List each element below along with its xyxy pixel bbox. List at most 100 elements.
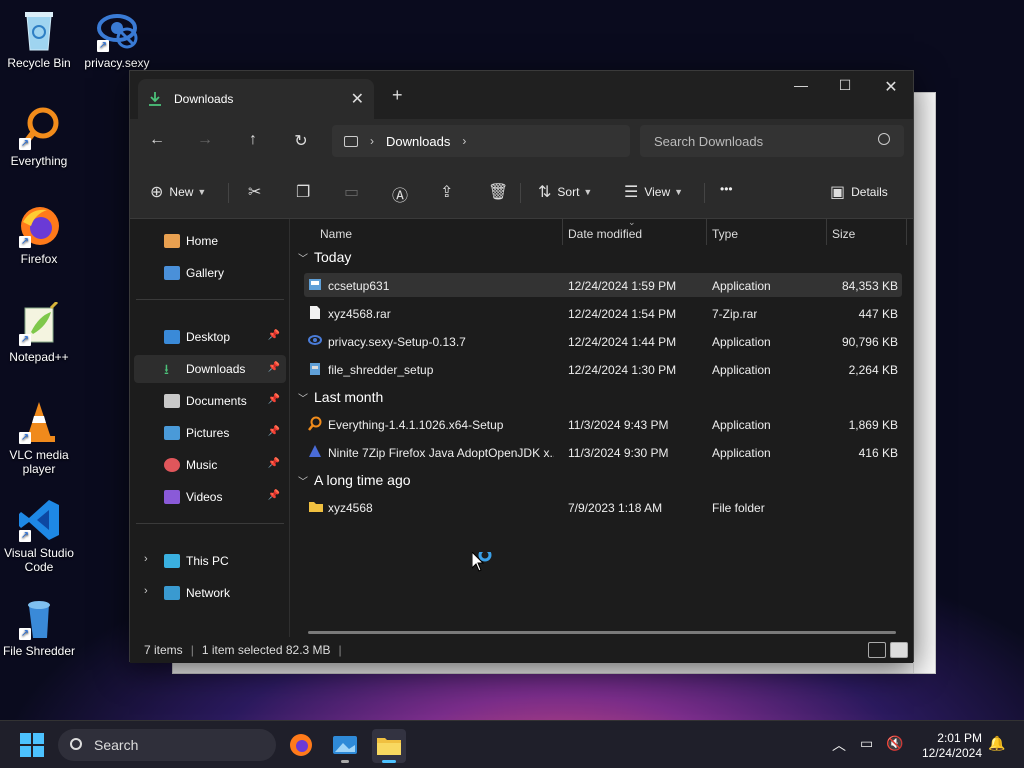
chevron-right-icon[interactable]: › [462, 134, 466, 148]
column-header-size[interactable]: Size [832, 227, 855, 241]
sort-button[interactable]: ⇅ Sort ▼ [538, 182, 592, 202]
up-button[interactable]: ↑ [241, 131, 265, 149]
sidebar-item-this-pc[interactable]: › This PC [134, 547, 286, 575]
document-icon [164, 394, 180, 408]
sidebar-item-documents[interactable]: Documents 📌 [134, 387, 286, 415]
horizontal-scrollbar[interactable] [308, 631, 896, 634]
desktop-icon-file-shredder[interactable]: ↗ File Shredder [0, 596, 78, 658]
sidebar-item-videos[interactable]: Videos 📌 [134, 483, 286, 511]
taskbar-firefox[interactable] [284, 729, 318, 763]
sidebar-item-label: Videos [186, 490, 223, 504]
back-button[interactable]: ← [145, 131, 169, 149]
active-indicator [382, 760, 396, 763]
shortcut-arrow-icon: ↗ [19, 628, 31, 640]
delete-button[interactable]: 🗑 [488, 182, 514, 202]
music-icon [164, 458, 180, 472]
large-icons-view-button[interactable] [890, 642, 908, 658]
new-tab-button[interactable]: + [392, 85, 403, 106]
sidebar-item-network[interactable]: › Network [134, 579, 286, 607]
group-title: Today [314, 249, 352, 265]
notepad-plus-plus-icon: ↗ [17, 300, 61, 346]
column-header-type[interactable]: Type [712, 227, 738, 241]
copy-button[interactable]: ❐ [296, 182, 316, 202]
column-divider[interactable] [906, 219, 907, 245]
column-header-name[interactable]: Name [320, 227, 352, 241]
forward-button[interactable]: → [193, 131, 217, 149]
tab-title: Downloads [174, 92, 234, 106]
desktop-icon-vscode[interactable]: ↗ Visual Studio Code [0, 498, 78, 574]
column-header-date[interactable]: Date modified [568, 227, 642, 241]
search-input[interactable]: Search Downloads [640, 125, 904, 157]
table-row[interactable]: privacy.sexy-Setup-0.13.7 12/24/2024 1:4… [304, 329, 902, 353]
breadcrumb-downloads[interactable]: Downloads [386, 134, 450, 149]
sidebar-item-label: This PC [186, 554, 229, 568]
photos-icon [333, 736, 357, 754]
new-button[interactable]: ⊕ New ▼ [150, 182, 206, 202]
eye-shield-icon: ↗ [95, 8, 139, 52]
sidebar-item-desktop[interactable]: Desktop 📌 [134, 323, 286, 351]
group-header-long-time-ago[interactable]: ﹀ A long time ago [298, 472, 411, 488]
column-divider[interactable] [706, 219, 707, 245]
running-indicator [341, 760, 349, 763]
group-header-last-month[interactable]: ﹀ Last month [298, 389, 383, 405]
file-name: ccsetup631 [328, 279, 390, 293]
column-divider[interactable] [826, 219, 827, 245]
refresh-button[interactable]: ↻ [289, 131, 313, 151]
folder-icon [309, 502, 323, 512]
address-bar[interactable]: › Downloads › [332, 125, 630, 157]
start-button[interactable] [20, 733, 44, 757]
details-view-button[interactable] [868, 642, 886, 658]
firefox-icon: ↗ [17, 204, 61, 248]
table-row[interactable]: file_shredder_setup 12/24/2024 1:30 PM A… [304, 357, 902, 381]
rename-button[interactable]: Ⓐ [392, 182, 414, 206]
notification-bell-icon[interactable]: 🔔 [988, 735, 1005, 752]
table-row[interactable]: Everything-1.4.1.1026.x64-Setup 11/3/202… [304, 412, 902, 436]
taskbar-file-explorer[interactable] [372, 729, 406, 763]
details-pane-button[interactable]: ▣ Details [830, 182, 888, 202]
desktop-icon-firefox[interactable]: ↗ Firefox [0, 204, 78, 266]
paste-button[interactable]: ▭ [344, 182, 365, 202]
sidebar-item-downloads[interactable]: ⭳ Downloads 📌 [134, 355, 286, 383]
pin-icon: 📌 [267, 394, 280, 405]
more-options-button[interactable]: ••• [720, 182, 733, 196]
chevron-down-icon: ▼ [197, 187, 207, 197]
chevron-right-icon[interactable]: › [144, 585, 148, 597]
show-hidden-icons-button[interactable]: ︿ [832, 735, 846, 755]
toolbar-divider [704, 183, 705, 203]
desktop-icon-recycle-bin[interactable]: Recycle Bin [0, 8, 78, 70]
taskbar-image-app[interactable] [328, 729, 362, 763]
sidebar-item-music[interactable]: Music 📌 [134, 451, 286, 479]
desktop-icon-notepad-plus-plus[interactable]: ↗ Notepad++ [0, 300, 78, 364]
volume-muted-icon[interactable]: 🔇 [886, 735, 903, 752]
table-row[interactable]: Ninite 7Zip Firefox Java AdoptOpenJDK x.… [304, 440, 902, 464]
group-header-today[interactable]: ﹀ Today [298, 249, 351, 265]
taskbar-search[interactable]: Search [58, 729, 276, 761]
close-tab-button[interactable]: ✕ [351, 89, 364, 109]
table-row[interactable]: ccsetup631 12/24/2024 1:59 PM Applicatio… [304, 273, 902, 297]
chevron-down-icon: ▼ [583, 187, 593, 197]
maximize-button[interactable]: ☐ [822, 77, 868, 94]
computer-icon [164, 554, 180, 568]
table-row[interactable]: xyz4568.rar 12/24/2024 1:54 PM 7-Zip.rar… [304, 301, 902, 325]
sidebar-item-gallery[interactable]: Gallery [134, 259, 286, 287]
chevron-right-icon[interactable]: › [144, 553, 148, 565]
rename-icon: Ⓐ [392, 188, 409, 205]
sidebar-item-home[interactable]: Home [134, 227, 286, 255]
sidebar-item-pictures[interactable]: Pictures 📌 [134, 419, 286, 447]
system-clock[interactable]: 2:01 PM 12/24/2024 [912, 731, 982, 761]
table-row[interactable]: xyz4568 7/9/2023 1:18 AM File folder [304, 495, 902, 519]
chevron-right-icon[interactable]: › [370, 134, 374, 148]
share-button[interactable]: ⇪ [440, 182, 459, 202]
desktop-icon-privacy-sexy[interactable]: ↗ privacy.sexy [78, 8, 156, 70]
minimize-button[interactable]: — [778, 77, 824, 93]
network-status-icon[interactable]: ▭ [860, 735, 873, 752]
close-window-button[interactable]: ✕ [868, 77, 914, 97]
desktop-icon-vlc[interactable]: ↗ VLC media player [0, 400, 78, 476]
magnifier-icon: ↗ [17, 106, 61, 150]
cut-button[interactable]: ✂ [248, 182, 267, 202]
blank-file-icon [310, 306, 320, 319]
desktop-icon-everything[interactable]: ↗ Everything [0, 106, 78, 168]
column-divider[interactable] [562, 219, 563, 245]
tab-downloads[interactable]: Downloads ✕ [138, 79, 374, 119]
view-button[interactable]: ☰ View ▼ [624, 182, 683, 202]
